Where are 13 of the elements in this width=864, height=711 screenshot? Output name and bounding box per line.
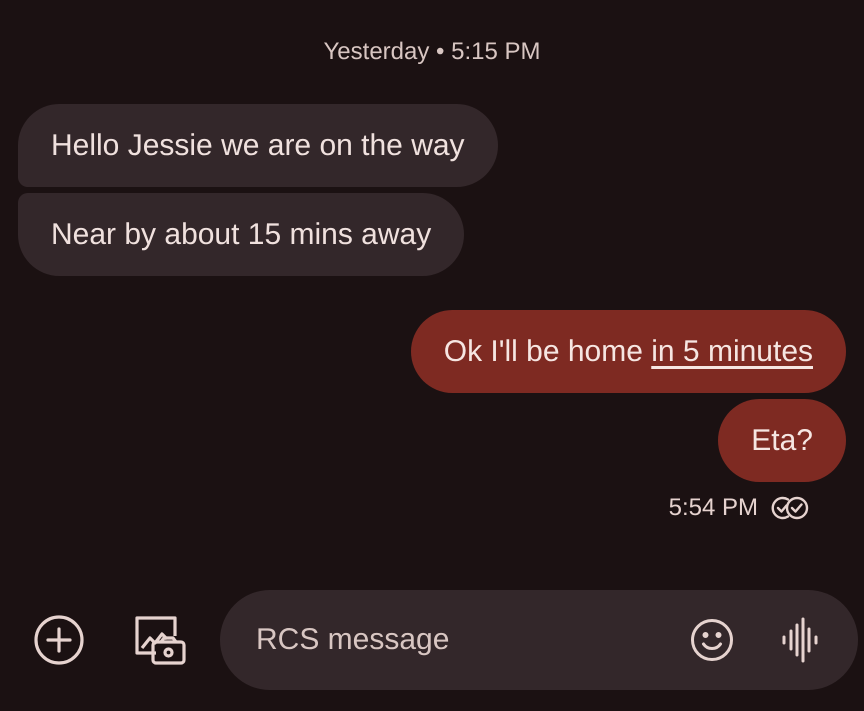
- add-icon[interactable]: [34, 615, 84, 665]
- emoji-icon[interactable]: [690, 618, 734, 662]
- gallery-camera-icon[interactable]: [134, 615, 186, 665]
- message-field[interactable]: RCS message: [254, 622, 644, 658]
- voice-waveform-icon[interactable]: [780, 617, 820, 663]
- message-bubble[interactable]: Ok I'll be home in 5 minutes: [410, 310, 846, 393]
- message-link[interactable]: in 5 minutes: [651, 335, 813, 368]
- message-bubble[interactable]: Eta?: [718, 399, 846, 482]
- message-bubble[interactable]: Hello Jessie we are on the way: [18, 104, 498, 187]
- message-bubble[interactable]: Near by about 15 mins away: [18, 193, 464, 276]
- message-time: 5:54 PM: [668, 494, 758, 522]
- read-check-icon: [770, 495, 810, 521]
- date-header: Yesterday • 5:15 PM: [324, 38, 540, 66]
